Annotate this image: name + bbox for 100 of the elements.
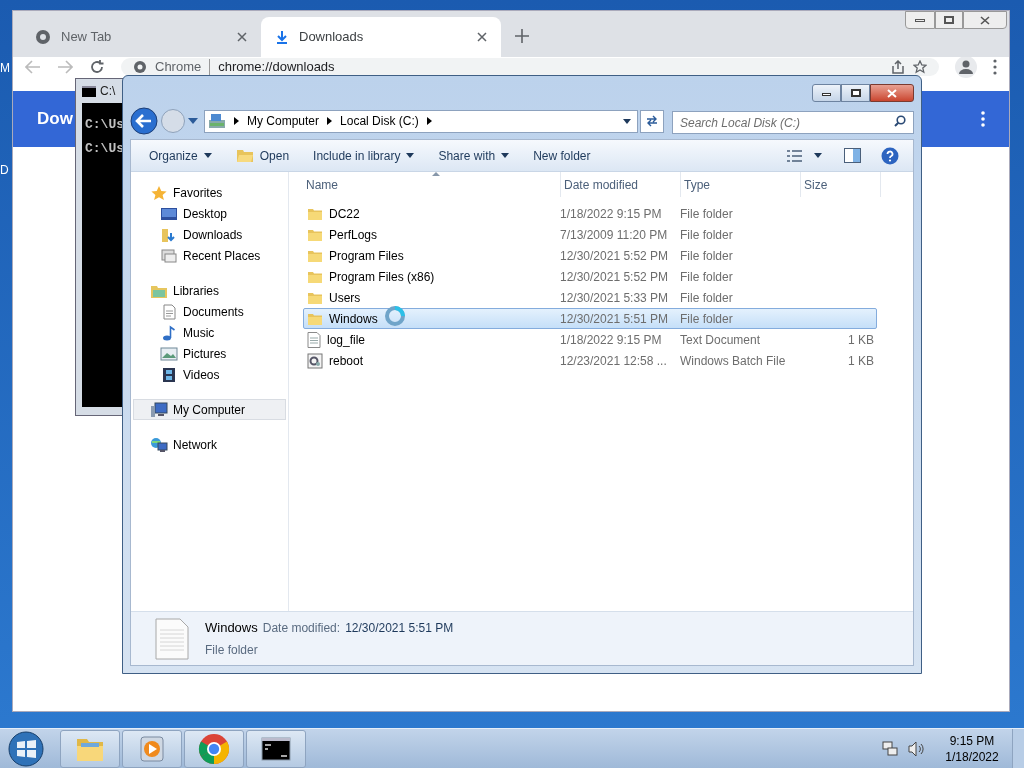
file-name: PerfLogs: [329, 226, 378, 244]
clock[interactable]: 9:15 PM 1/18/2022: [938, 732, 1006, 765]
caret-icon: [814, 153, 822, 158]
console-line: C:\Us: [85, 117, 125, 133]
nav-item[interactable]: Music: [133, 322, 286, 343]
nav-item[interactable]: Recent Places: [133, 245, 286, 266]
toolbar-button[interactable]: Include in library: [301, 143, 427, 168]
url-text: chrome://downloads: [218, 58, 335, 77]
caret-icon: [406, 153, 415, 158]
file-name: Program Files (x86): [329, 268, 435, 286]
toolbar-button[interactable]: New folder: [521, 143, 603, 168]
minimize-button[interactable]: [812, 84, 841, 102]
back-button[interactable]: [130, 107, 158, 135]
nav-item[interactable]: Desktop: [133, 203, 286, 224]
chrome-icon: [133, 60, 147, 74]
document-icon: [160, 303, 178, 320]
address-bar[interactable]: Chrome chrome://downloads: [121, 58, 939, 76]
toolbar-button[interactable]: Organize: [137, 143, 224, 168]
maximize-button[interactable]: [935, 11, 963, 29]
nav-item[interactable]: Documents: [133, 301, 286, 322]
folder-icon: [307, 269, 323, 284]
taskbar-button[interactable]: [246, 729, 306, 768]
details-type: File folder: [205, 641, 259, 659]
column-header[interactable]: Name: [303, 172, 561, 197]
caret-icon: [501, 153, 510, 158]
browser-tab[interactable]: Downloads: [261, 17, 501, 57]
nav-item[interactable]: Pictures: [133, 343, 286, 364]
close-icon[interactable]: [237, 32, 247, 42]
file-row[interactable]: log_file 1/18/2022 9:15 PM Text Document 1 KB: [303, 329, 877, 350]
file-name: reboot: [329, 352, 364, 370]
close-button[interactable]: [870, 84, 914, 102]
folder-arrow-icon: [160, 226, 178, 243]
history-caret-icon[interactable]: [188, 118, 198, 124]
site-label: Chrome: [155, 58, 202, 77]
file-size: 1 KB: [848, 331, 874, 349]
console-icon: [82, 85, 96, 97]
star-icon[interactable]: [913, 60, 927, 74]
film-icon: [160, 366, 178, 383]
nav-item[interactable]: Favorites: [133, 182, 286, 203]
browser-tab[interactable]: New Tab: [21, 17, 261, 57]
folder-icon: [307, 248, 323, 263]
file-type: File folder: [680, 268, 734, 286]
nav-item[interactable]: Videos: [133, 364, 286, 385]
preview-pane-icon[interactable]: [844, 148, 861, 163]
close-icon[interactable]: [477, 32, 487, 42]
more-icon[interactable]: [993, 59, 997, 75]
details-name: Windows: [205, 619, 258, 638]
folder-icon: [307, 311, 323, 326]
download-icon: [275, 30, 289, 44]
more-icon[interactable]: [981, 111, 985, 127]
file-row[interactable]: Windows 12/30/2021 5:51 PM File folder: [303, 308, 877, 329]
file-date: 12/23/2021 12:58 ...: [560, 352, 668, 370]
desktop-icon-label: M: [0, 62, 10, 74]
plus-icon[interactable]: [515, 29, 529, 43]
caret-icon: [623, 118, 631, 124]
details-date: 12/30/2021 5:51 PM: [345, 620, 454, 638]
file-name: log_file: [327, 331, 366, 349]
file-type: File folder: [680, 310, 734, 328]
maximize-button[interactable]: [841, 84, 870, 102]
file-type: File folder: [680, 289, 734, 307]
column-header[interactable]: Type: [681, 172, 801, 197]
file-row[interactable]: Users 12/30/2021 5:33 PM File folder: [303, 287, 877, 308]
file-row[interactable]: DC22 1/18/2022 9:15 PM File folder: [303, 203, 877, 224]
file-date: 12/30/2021 5:52 PM: [560, 247, 670, 265]
file-name: Users: [329, 289, 361, 307]
chrome-icon: [35, 29, 51, 45]
nav-item[interactable]: Libraries: [133, 280, 286, 301]
column-header[interactable]: Date modified: [561, 172, 681, 197]
file-row[interactable]: reboot 12/23/2021 12:58 ... Windows Batch File 1 KB: [303, 350, 877, 371]
toolbar-button[interactable]: Open: [223, 143, 302, 168]
refresh-button[interactable]: [640, 109, 664, 133]
music-note-icon: [160, 324, 178, 341]
refresh-icon: [645, 115, 659, 127]
file-date: 12/30/2021 5:51 PM: [560, 310, 670, 328]
file-row[interactable]: PerfLogs 7/13/2009 11:20 PM File folder: [303, 224, 877, 245]
file-row[interactable]: Program Files (x86) 12/30/2021 5:52 PM File folder: [303, 266, 877, 287]
file-date: 1/18/2022 9:15 PM: [560, 205, 663, 223]
tab-title: New Tab: [61, 28, 113, 47]
toolbar-button[interactable]: Share with: [426, 143, 522, 168]
file-row[interactable]: Program Files 12/30/2021 5:52 PM File folder: [303, 245, 877, 266]
window-title: C:\: [100, 83, 116, 100]
help-icon[interactable]: [881, 146, 899, 165]
nav-item[interactable]: Downloads: [133, 224, 286, 245]
network-icon: [150, 436, 168, 453]
search-field[interactable]: Search Local Disk (C:): [672, 111, 914, 134]
profile-icon[interactable]: [955, 56, 977, 78]
nav-item[interactable]: Network: [133, 434, 286, 455]
breadcrumb-item[interactable]: My Computer: [247, 112, 320, 130]
address-bar[interactable]: My Computer Local Disk (C:): [204, 109, 638, 133]
breadcrumb-item[interactable]: Local Disk (C:): [340, 112, 419, 130]
close-button[interactable]: [963, 11, 1007, 29]
volume-icon[interactable]: [908, 740, 924, 757]
reload-icon[interactable]: [89, 59, 105, 75]
column-header[interactable]: Size: [801, 172, 881, 197]
minimize-button[interactable]: [905, 11, 935, 29]
nav-item[interactable]: My Computer: [133, 399, 286, 420]
share-icon[interactable]: [891, 60, 905, 74]
file-size: 1 KB: [848, 352, 874, 370]
search-icon: [894, 114, 906, 127]
network-icon[interactable]: [882, 740, 898, 757]
